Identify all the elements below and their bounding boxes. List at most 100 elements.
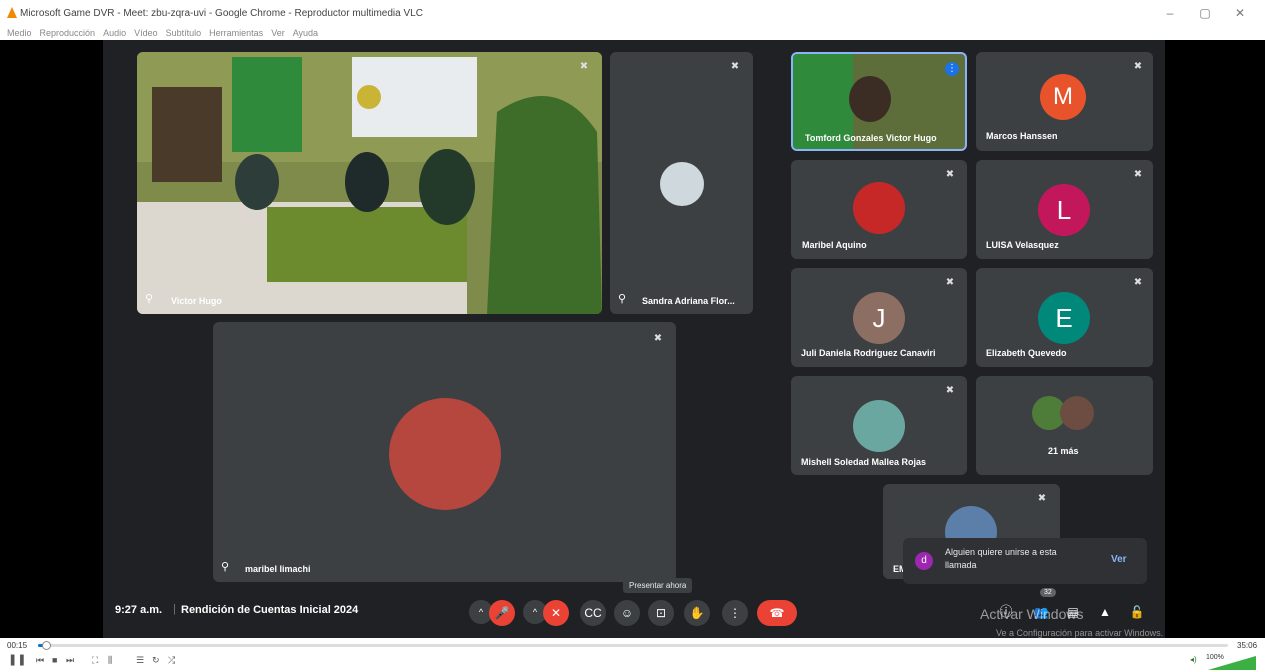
menu-ver[interactable]: Ver <box>271 28 285 38</box>
menu-reproduccion[interactable]: Reproducción <box>40 28 96 38</box>
video-person <box>849 76 891 122</box>
tile-name: Mishell Soledad Mallea Rojas <box>801 457 927 467</box>
menu-bar: Medio Reproducción Audio Vídeo Subtítulo… <box>0 26 1265 40</box>
separator: | <box>173 603 176 615</box>
tile-maribel-limachi[interactable]: ✖ ⚲ maribel limachi <box>213 322 676 582</box>
avatar <box>660 162 704 206</box>
avatar <box>853 182 905 234</box>
tile-luisa[interactable]: L ✖ LUISA Velasquez <box>976 160 1153 259</box>
minimize-button[interactable]: – <box>1160 6 1180 20</box>
seek-bar[interactable] <box>38 644 1228 647</box>
avatar: J <box>853 292 905 344</box>
avatar: M <box>1040 74 1086 120</box>
fullscreen-button[interactable]: ⛶ <box>92 655 98 666</box>
menu-medio[interactable]: Medio <box>7 28 32 38</box>
captions-button[interactable]: CC <box>580 600 606 626</box>
maximize-button[interactable]: ▢ <box>1195 6 1215 20</box>
tooltip: Presentar ahora <box>623 578 693 593</box>
previous-button[interactable]: ⏮ <box>36 655 44 666</box>
camera-off-button[interactable]: ✕ <box>543 600 569 626</box>
menu-herramientas[interactable]: Herramientas <box>209 28 263 38</box>
tile-mishell[interactable]: ✖ Mishell Soledad Mallea Rojas <box>791 376 967 475</box>
speaker-icon: ◂) <box>1190 655 1197 664</box>
mic-off-icon: ✖ <box>653 333 663 344</box>
window-titlebar: Microsoft Game DVR - Meet: zbu-zqra-uvi … <box>0 0 1265 26</box>
pin-icon[interactable]: ⚲ <box>618 292 626 305</box>
tile-name: Maribel Aquino <box>802 240 867 250</box>
window-title: Microsoft Game DVR - Meet: zbu-zqra-uvi … <box>20 8 423 19</box>
volume-fill <box>1208 656 1256 670</box>
menu-ayuda[interactable]: Ayuda <box>293 28 318 38</box>
tile-elizabeth[interactable]: E ✖ Elizabeth Quevedo <box>976 268 1153 367</box>
loop-button[interactable]: ↻ <box>152 655 160 666</box>
tile-name: Elizabeth Quevedo <box>986 348 1067 358</box>
more-label: 21 más <box>1048 446 1079 456</box>
avatar: L <box>1038 184 1090 236</box>
participants-count-badge: 32 <box>1040 588 1056 597</box>
mic-off-icon: ✖ <box>1133 169 1143 180</box>
tile-sandra[interactable]: ✖ ⚲ Sandra Adriana Flor... <box>610 52 753 314</box>
emoji-button[interactable]: ☺ <box>614 600 640 626</box>
avatar <box>853 400 905 452</box>
activities-icon[interactable]: ▲ <box>1095 602 1115 622</box>
menu-video[interactable]: Vídeo <box>134 28 158 38</box>
tile-name: Sandra Adriana Flor... <box>642 296 735 306</box>
next-button[interactable]: ⏭ <box>66 655 74 666</box>
pin-icon[interactable]: ⚲ <box>145 292 153 305</box>
end-call-button[interactable]: ☎ <box>757 600 797 626</box>
speaking-indicator-icon: ⋮ <box>945 62 959 76</box>
notification-text: Alguien quiere unirse a esta llamada <box>945 547 1057 570</box>
mic-off-icon: ✖ <box>1037 493 1047 504</box>
view-button[interactable]: Ver <box>1111 554 1127 565</box>
host-controls-icon[interactable]: 🔓 <box>1127 602 1147 622</box>
tile-name: Juli Daniela Rodriguez Canaviri <box>801 348 936 358</box>
total-time: 35:06 <box>1237 641 1258 650</box>
avatar <box>1060 396 1094 430</box>
tile-name: Victor Hugo <box>171 296 222 306</box>
pin-icon[interactable]: ⚲ <box>221 560 229 573</box>
mic-off-icon: ✖ <box>1133 277 1143 288</box>
avatar <box>389 398 501 510</box>
meet-view: ⚲ Victor Hugo ✖ ✖ ⚲ Sandra Adriana Flor.… <box>103 40 1165 638</box>
extended-settings-button[interactable]: ⫼ <box>108 655 112 666</box>
join-request-notification: d Alguien quiere unirse a esta llamada V… <box>903 538 1147 584</box>
mic-off-icon: ✖ <box>579 61 589 72</box>
microphone-off-button[interactable]: 🎤 <box>489 600 515 626</box>
mic-off-icon: ✖ <box>945 385 955 396</box>
mic-off-icon: ✖ <box>730 61 740 72</box>
tile-name: LUISA Velasquez <box>986 240 1059 250</box>
activation-subtitle: Ve a Configuración para activar Windows. <box>996 628 1164 638</box>
mic-off-icon: ✖ <box>945 169 955 180</box>
tile-marcos[interactable]: M ✖ Marcos Hanssen <box>976 52 1153 151</box>
menu-audio[interactable]: Audio <box>103 28 126 38</box>
tile-maribel-aquino[interactable]: ✖ Maribel Aquino <box>791 160 967 259</box>
vlc-icon <box>7 7 17 18</box>
meeting-title: Rendición de Cuentas Inicial 2024 <box>181 604 359 616</box>
shuffle-button[interactable]: ⤮ <box>168 655 175 666</box>
meeting-time: 9:27 a.m. <box>115 604 163 616</box>
requester-avatar: d <box>915 552 933 570</box>
activation-title: Activar Windows <box>980 606 1084 622</box>
tile-name: Marcos Hanssen <box>986 131 1058 141</box>
more-options-button[interactable]: ⋮ <box>722 600 748 626</box>
tile-juli[interactable]: J ✖ Juli Daniela Rodriguez Canaviri <box>791 268 967 367</box>
close-button[interactable]: ✕ <box>1230 6 1250 20</box>
raise-hand-button[interactable]: ✋ <box>684 600 710 626</box>
tile-more-participants[interactable]: 21 más <box>976 376 1153 475</box>
menu-subtitulo[interactable]: Subtítulo <box>166 28 202 38</box>
elapsed-time: 00:15 <box>7 641 28 650</box>
tile-name: maribel limachi <box>245 564 311 574</box>
tile-name: Tomford Gonzales Victor Hugo <box>805 133 937 143</box>
pause-button[interactable]: ❚❚ <box>8 653 26 666</box>
tile-main-room[interactable]: ⚲ Victor Hugo ✖ <box>137 52 602 314</box>
present-now-button[interactable]: ⊡ <box>648 600 674 626</box>
playlist-button[interactable]: ☰ <box>136 655 144 666</box>
mic-off-icon: ✖ <box>945 277 955 288</box>
avatar: E <box>1038 292 1090 344</box>
stop-button[interactable]: ■ <box>52 655 57 665</box>
tile-victor[interactable]: ⋮ Tomford Gonzales Victor Hugo <box>791 52 967 151</box>
mic-off-icon: ✖ <box>1133 61 1143 72</box>
vlc-controls <box>0 652 1265 672</box>
volume-slider[interactable] <box>1208 656 1256 670</box>
room-video <box>137 52 602 314</box>
